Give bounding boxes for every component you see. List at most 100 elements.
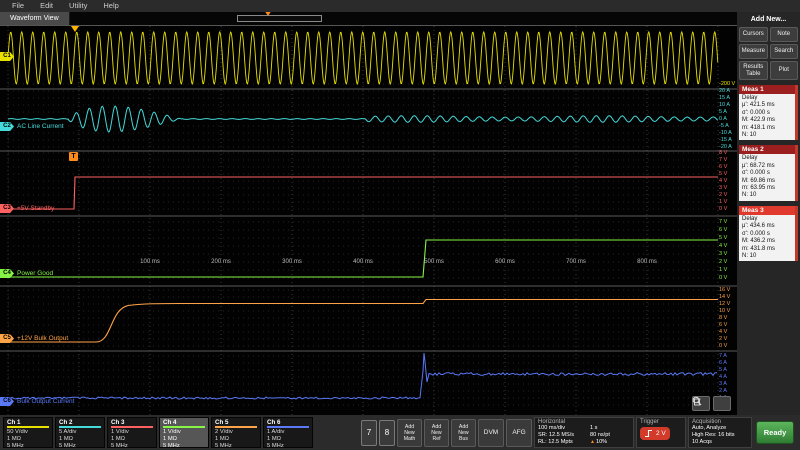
add-waveform-buttons: Add New Math Add New Ref Add New Bus [397, 418, 476, 447]
add-new-search-button[interactable]: Search [769, 44, 798, 59]
add-new-ref-button[interactable]: Add New Ref [424, 418, 449, 447]
measurement-badge-1[interactable]: Meas 1 Delay μ': 421.5 ms σ': 0.000 s M: 422… [739, 85, 798, 141]
menu-item-edit[interactable]: Edit [32, 0, 61, 12]
add-new-cursors-button[interactable]: Cursors [739, 27, 768, 42]
horizontal-value: ▲10% [590, 439, 608, 445]
channel-box-ch-4[interactable]: Ch 41 V/div 1 MΩ 5 MHz [159, 417, 209, 449]
digital-channel-buttons: 78 [361, 419, 395, 446]
measurement-badge-2[interactable]: Meas 2 Delay μ': 68.72 ms σ': 0.000 s M: 69.… [739, 145, 798, 201]
scale-label: 4 V [719, 329, 728, 335]
measurement-stat: σ': 0.000 s [742, 230, 770, 237]
scale-label: 5 A [719, 367, 727, 373]
scale-label: 8 V [719, 315, 728, 321]
clear-tool-button[interactable] [693, 396, 731, 411]
channel-name: Ch 4 [163, 419, 205, 428]
channel-box-ch-1[interactable]: Ch 1 50 V/div 1 MΩ 5 MHz [3, 417, 53, 449]
measurement-title: Meas 2 [739, 145, 795, 155]
channel-impedance: 1 MΩ [7, 436, 21, 442]
channel-scale: 1 V/div [111, 429, 129, 435]
time-axis-label: 500 ms [424, 259, 444, 265]
scale-label: -10 A [719, 130, 732, 136]
channel-impedance: 1 MΩ [59, 436, 73, 442]
channel-box-ch-2[interactable]: Ch 25 A/div 1 MΩ 5 MHz [55, 417, 105, 449]
ch6-waveform[interactable] [7, 352, 718, 400]
scale-label: 3 A [719, 381, 727, 387]
measurement-stat: M: 422.9 ms [742, 117, 776, 124]
trigger-level-value: 2 V [656, 430, 666, 437]
ready-status-button: Ready [756, 421, 794, 444]
time-axis-label: 300 ms [282, 259, 302, 265]
measurement-stat: N: 10 [742, 252, 757, 259]
waveform-plot[interactable] [0, 26, 737, 416]
scale-label: 5 V [719, 171, 728, 177]
measurement-badge-3[interactable]: Meas 3 Delay μ': 434.6 ms σ': 0.000 s M: 436… [739, 205, 798, 262]
rising-edge-icon [645, 429, 652, 438]
channel-bandwidth: 5 MHz [59, 443, 76, 449]
measurement-body: Delay μ': 421.5 ms σ': 0.000 s M: 422.9 ms m… [739, 94, 795, 141]
horizontal-value: 100 ms/div [538, 425, 566, 431]
add-new-results-table-button[interactable]: Results Table [739, 61, 768, 80]
channel-scale: 2 V/div [215, 429, 233, 435]
measurement-body: Delay μ': 68.72 ms σ': 0.000 s M: 69.86 ms m… [739, 154, 795, 201]
scale-label: 3 V [719, 185, 728, 191]
add-new-title: Add New... [750, 16, 787, 23]
acquisition-panel[interactable]: Acquisition Auto, Analyze High Res: 16 bi… [688, 417, 752, 448]
channel-box-ch-3[interactable]: Ch 31 V/div 1 MΩ 5 MHz [107, 417, 157, 449]
add-new-note-button[interactable]: Note [769, 27, 798, 42]
menu-item-file[interactable]: File [4, 0, 32, 12]
time-axis-label: 700 ms [566, 259, 586, 265]
add-new-bus-button[interactable]: Add New Bus [451, 418, 476, 447]
scale-label: 10 V [719, 308, 731, 314]
measurement-stat: m: 431.8 ms [742, 245, 776, 252]
channel-bandwidth: 5 MHz [215, 443, 232, 449]
menu-item-help[interactable]: Help [95, 0, 126, 12]
acquisition-value: 10 Acqs [692, 439, 712, 445]
trigger-time-marker-icon[interactable] [71, 26, 79, 32]
add-new-plot-button[interactable]: Plot [769, 61, 798, 80]
horizontal-pan-slider[interactable] [237, 10, 322, 22]
horizontal-value: SR: 12.5 MS/s [538, 432, 575, 438]
horizontal-row: SR: 12.5 MS/s 80 ns/pt [538, 432, 630, 439]
afg-button[interactable]: AFG [506, 418, 532, 447]
time-axis-label: 800 ms [637, 259, 657, 265]
horizontal-panel[interactable]: Horizontal 100 ms/div 1 s SR: 12.5 MS/s 80 … [534, 417, 634, 448]
time-axis-label: 400 ms [353, 259, 373, 265]
trigger-level-marker-icon[interactable]: T [69, 152, 78, 161]
ch3-waveform[interactable] [8, 176, 718, 210]
tab-waveform-view[interactable]: Waveform View [0, 12, 70, 25]
acquisition-value: High Res: 16 bits [692, 432, 735, 438]
menu-bar: File Edit Utility Help [0, 0, 800, 12]
digital-group-8-button[interactable]: 8 [379, 419, 395, 446]
add-new-measure-button[interactable]: Measure [739, 44, 768, 59]
digital-group-7-button[interactable]: 7 [361, 419, 377, 446]
trigger-badge[interactable]: 2 V [640, 427, 670, 440]
channel-label-c6: Bulk Output Current [17, 398, 75, 405]
scale-label: -15 A [719, 137, 732, 143]
measurement-title: Meas 1 [739, 85, 795, 94]
trigger-panel[interactable]: Trigger 2 V [636, 417, 686, 448]
channel-bandwidth: 5 MHz [111, 443, 128, 449]
dvm-button[interactable]: DVM [478, 418, 504, 447]
scale-label: 4 V [719, 178, 728, 184]
menu-item-utility[interactable]: Utility [61, 0, 95, 12]
measurement-stat: M: 436.2 ms [742, 238, 776, 245]
ch5-waveform[interactable] [8, 298, 718, 343]
plot-toolbar [692, 396, 731, 411]
add-new-math-button[interactable]: Add New Math [397, 418, 422, 447]
channel-label-c2: AC Line Current [17, 123, 64, 130]
measurement-stat: μ': 68.72 ms [742, 162, 775, 169]
waveform-display-area[interactable]: -200 V 20 A 15 A 10 A5 A0 A -5 A -10 A -15 A -2… [0, 25, 737, 416]
channel-name: Ch 2 [59, 419, 101, 428]
ch2-waveform[interactable] [7, 105, 719, 133]
scale-label: 0 V [719, 206, 728, 212]
scale-label: 12 V [719, 301, 731, 307]
oscilloscope-app: File Edit Utility Help Waveform View -200 V… [0, 0, 800, 450]
measurement-stat: σ': 0.000 s [742, 109, 770, 116]
channel-impedance: 1 MΩ [267, 436, 281, 442]
scale-label: 0 A [719, 116, 727, 122]
channel-impedance: 1 MΩ [215, 436, 229, 442]
channel-box-ch-6[interactable]: Ch 61 A/div 1 MΩ 5 MHz [263, 417, 313, 449]
channel-box-ch-5[interactable]: Ch 52 V/div 1 MΩ 5 MHz [211, 417, 261, 449]
acquisition-value: Auto, Analyze [692, 425, 727, 431]
scale-label: 6 V [719, 164, 728, 170]
